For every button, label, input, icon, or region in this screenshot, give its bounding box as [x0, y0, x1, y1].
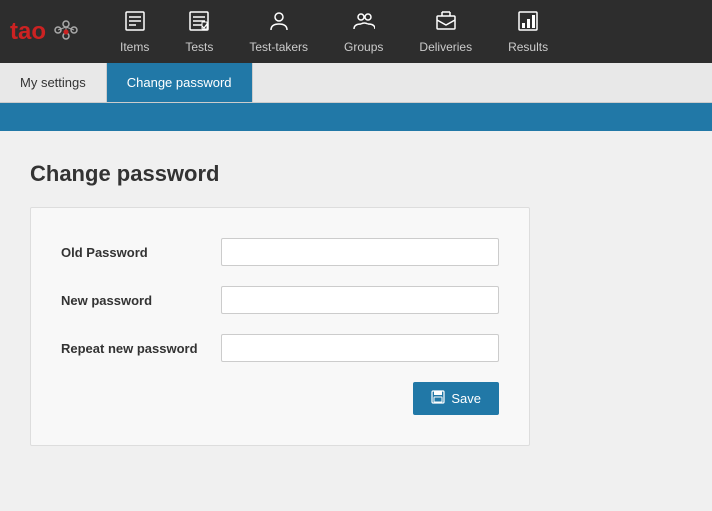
tab-bar: My settings Change password	[0, 63, 712, 103]
test-takers-label: Test-takers	[249, 40, 308, 54]
nav-item-groups[interactable]: Groups	[326, 0, 401, 63]
deliveries-icon	[435, 10, 457, 36]
tao-logo: tao	[10, 16, 82, 48]
change-password-form: Old Password New password Repeat new pas…	[30, 207, 530, 446]
tab-change-password[interactable]: Change password	[107, 63, 253, 102]
save-icon	[431, 390, 445, 407]
tests-label: Tests	[185, 40, 213, 54]
results-icon	[517, 10, 539, 36]
tab-my-settings[interactable]: My settings	[0, 63, 107, 102]
old-password-input[interactable]	[221, 238, 499, 266]
save-button[interactable]: Save	[413, 382, 499, 415]
top-navigation: tao Items	[0, 0, 712, 63]
old-password-label: Old Password	[61, 245, 221, 260]
results-label: Results	[508, 40, 548, 54]
nav-item-deliveries[interactable]: Deliveries	[401, 0, 490, 63]
save-label: Save	[451, 391, 481, 406]
nav-item-items[interactable]: Items	[102, 0, 167, 63]
logo-icon	[50, 16, 82, 48]
deliveries-label: Deliveries	[419, 40, 472, 54]
accent-bar	[0, 103, 712, 131]
repeat-password-input[interactable]	[221, 334, 499, 362]
logo-text: tao	[10, 18, 46, 46]
repeat-password-label: Repeat new password	[61, 341, 221, 356]
nav-item-tests[interactable]: Tests	[167, 0, 231, 63]
items-label: Items	[120, 40, 149, 54]
repeat-password-row: Repeat new password	[61, 334, 499, 362]
nav-items: Items Tests	[102, 0, 702, 63]
tests-icon	[188, 10, 210, 36]
groups-label: Groups	[344, 40, 383, 54]
page-title: Change password	[30, 161, 682, 187]
new-password-row: New password	[61, 286, 499, 314]
items-icon	[124, 10, 146, 36]
test-takers-icon	[268, 10, 290, 36]
nav-item-results[interactable]: Results	[490, 0, 566, 63]
new-password-label: New password	[61, 293, 221, 308]
main-content: Change password Old Password New passwor…	[0, 131, 712, 476]
nav-item-test-takers[interactable]: Test-takers	[231, 0, 326, 63]
groups-icon	[353, 10, 375, 36]
new-password-input[interactable]	[221, 286, 499, 314]
old-password-row: Old Password	[61, 238, 499, 266]
form-actions: Save	[61, 382, 499, 415]
